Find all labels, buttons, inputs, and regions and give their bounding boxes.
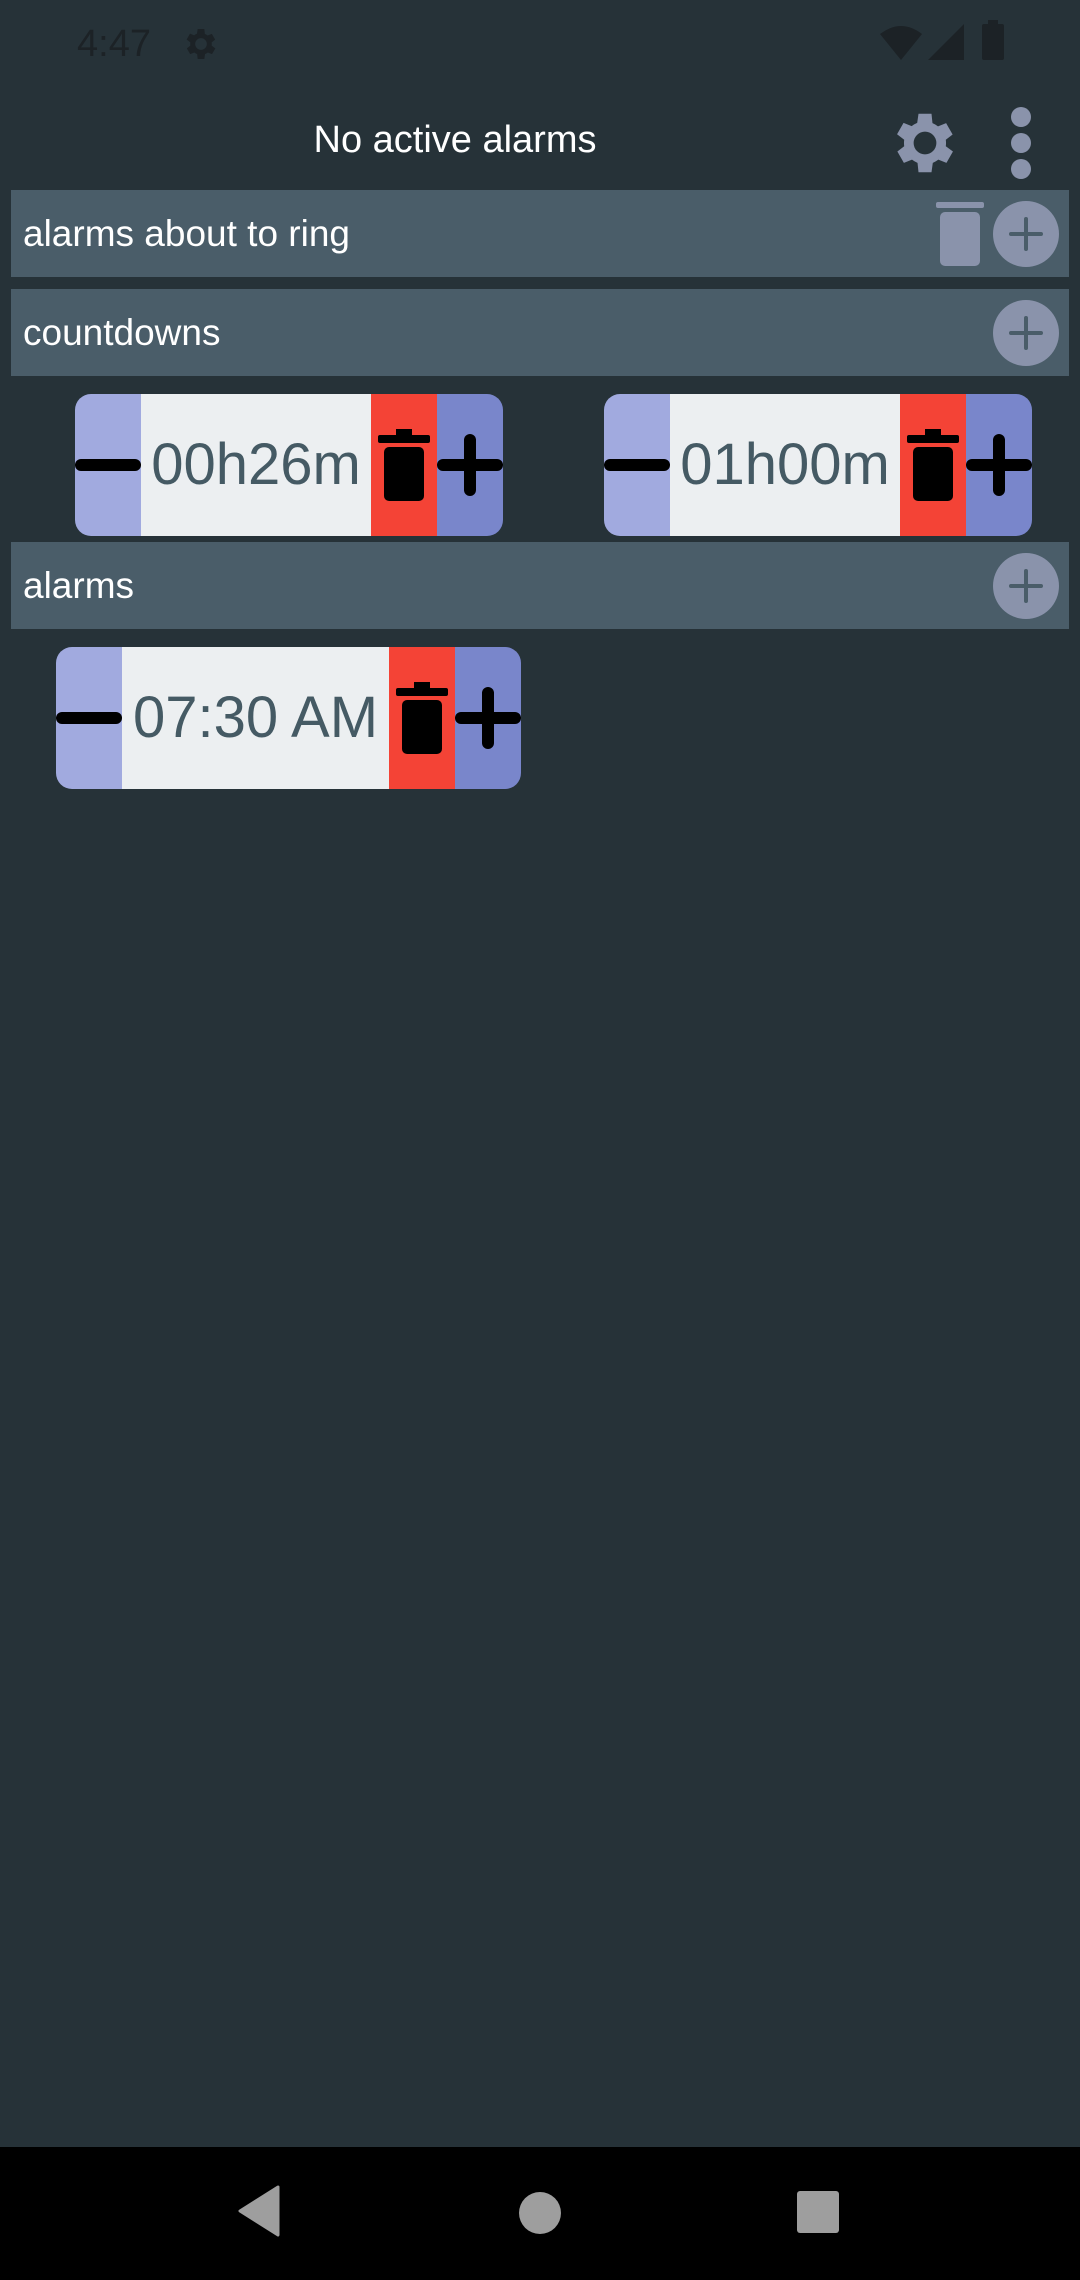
alarm-item: 07:30 AM (56, 647, 521, 789)
alarm-time[interactable]: 07:30 AM (122, 647, 389, 789)
plus-icon (1009, 569, 1043, 603)
minus-icon (56, 712, 122, 724)
status-time: 4:47 (77, 23, 151, 65)
recents-icon[interactable] (797, 2191, 839, 2233)
more-vert-icon[interactable] (1006, 104, 1036, 182)
add-alarm-button[interactable] (993, 553, 1059, 619)
decrease-button[interactable] (604, 394, 670, 536)
home-icon[interactable] (518, 2191, 562, 2235)
section-label: countdowns (23, 312, 221, 353)
page-title: No active alarms (313, 119, 597, 161)
section-alarms-about-to-ring: alarms about to ring (11, 190, 1069, 277)
trash-icon (378, 429, 430, 501)
delete-all-icon[interactable] (934, 200, 986, 268)
signal-icon (928, 24, 964, 60)
plus-icon (1009, 217, 1043, 251)
plus-icon (455, 687, 521, 749)
countdown-value[interactable]: 00h26m (141, 394, 371, 536)
add-countdown-button[interactable] (993, 300, 1059, 366)
increase-button[interactable] (437, 394, 503, 536)
decrease-button[interactable] (75, 394, 141, 536)
increase-button[interactable] (966, 394, 1032, 536)
plus-icon (437, 434, 503, 496)
delete-button[interactable] (389, 647, 455, 789)
section-label: alarms (23, 565, 135, 606)
minus-icon (604, 459, 670, 471)
back-icon[interactable] (236, 2185, 280, 2237)
add-button[interactable] (993, 201, 1059, 267)
gear-icon (186, 29, 216, 59)
navigation-bar (0, 2147, 1080, 2280)
gear-icon[interactable] (886, 104, 964, 182)
battery-icon (982, 20, 1004, 60)
increase-button[interactable] (455, 647, 521, 789)
status-bar: 4:47 (0, 0, 1080, 88)
delete-button[interactable] (371, 394, 437, 536)
section-alarms: alarms (11, 542, 1069, 629)
section-label: alarms about to ring (23, 213, 351, 254)
plus-icon (966, 434, 1032, 496)
minus-icon (75, 459, 141, 471)
delete-button[interactable] (900, 394, 966, 536)
plus-icon (1009, 316, 1043, 350)
countdown-item: 00h26m (75, 394, 503, 536)
trash-icon (396, 682, 448, 754)
decrease-button[interactable] (56, 647, 122, 789)
wifi-icon (880, 26, 922, 60)
section-countdowns: countdowns (11, 289, 1069, 376)
countdown-item: 01h00m (604, 394, 1032, 536)
trash-icon (907, 429, 959, 501)
countdown-value[interactable]: 01h00m (670, 394, 900, 536)
